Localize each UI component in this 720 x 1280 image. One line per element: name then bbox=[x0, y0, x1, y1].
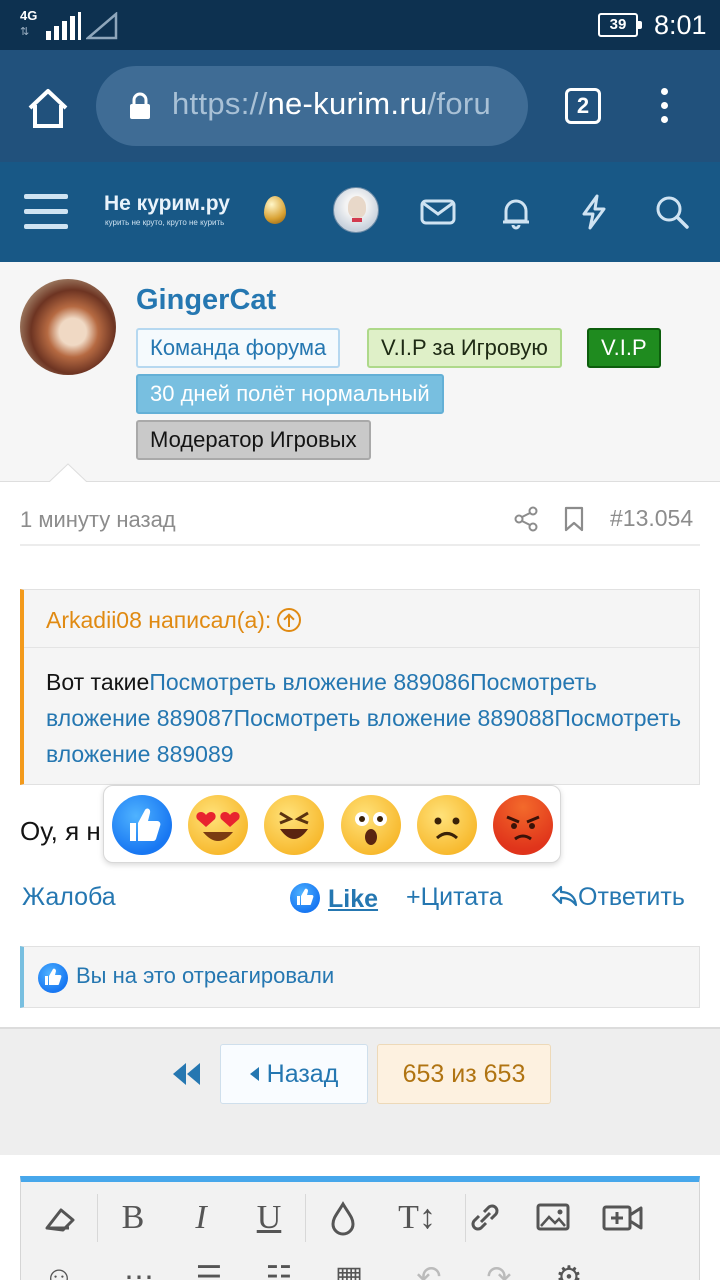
reaction-haha-icon[interactable] bbox=[264, 795, 324, 855]
settings-icon[interactable]: ⚙ bbox=[541, 1258, 597, 1280]
bookmark-icon[interactable] bbox=[562, 506, 586, 532]
reply-icon bbox=[551, 885, 578, 907]
post-body-text: Оу, я н bbox=[20, 816, 101, 846]
attachment-link[interactable]: Посмотреть вложение 889086 bbox=[149, 669, 470, 695]
redo-icon[interactable]: ↷ bbox=[471, 1258, 527, 1280]
editor-toolbar: B I U T↕ ☺ ⋯ ☰ ☷ ▦ ↶ ↷ ⚙ bbox=[20, 1176, 700, 1280]
more-options-icon[interactable]: ⋯ bbox=[111, 1258, 167, 1280]
toolbar-separator bbox=[97, 1194, 98, 1242]
url-text: https://ne-kurim.ru/foru bbox=[172, 86, 492, 121]
plus-icon: + bbox=[406, 883, 421, 911]
jump-to-quote-icon[interactable] bbox=[277, 608, 302, 632]
prev-page-button[interactable]: Назад bbox=[220, 1044, 368, 1104]
clock: 8:01 bbox=[654, 10, 707, 40]
reaction-sad-icon[interactable] bbox=[417, 795, 477, 855]
italic-button[interactable]: I bbox=[173, 1196, 229, 1240]
signal-icon bbox=[46, 12, 82, 40]
eraser-icon[interactable] bbox=[31, 1196, 87, 1240]
report-link[interactable]: Жалоба bbox=[22, 883, 116, 912]
list-icon[interactable]: ☷ bbox=[251, 1258, 307, 1280]
text-size-button[interactable]: T↕ bbox=[383, 1196, 451, 1240]
quote-header: Arkadii08 написал(а): bbox=[24, 590, 699, 648]
home-icon[interactable] bbox=[24, 86, 72, 130]
video-icon[interactable] bbox=[595, 1196, 651, 1240]
attachment-link[interactable]: Посмотреть вложение 889088 bbox=[234, 705, 555, 731]
tabs-count-button[interactable]: 2 bbox=[565, 88, 601, 124]
site-logo[interactable]: Не курим.ру курить не круто, круто не ку… bbox=[104, 192, 294, 232]
bold-button[interactable]: B bbox=[105, 1196, 161, 1240]
toolbar-separator bbox=[305, 1194, 306, 1242]
search-icon[interactable] bbox=[652, 192, 692, 232]
more-menu-icon[interactable] bbox=[652, 86, 676, 126]
badge-moderator: Модератор Игровых bbox=[136, 420, 371, 460]
battery-icon: 39 bbox=[598, 13, 642, 37]
emoji-icon[interactable]: ☺ bbox=[31, 1258, 87, 1280]
quote-block: Arkadii08 написал(а): Вот такиеПосмотрет… bbox=[20, 589, 700, 785]
like-icon bbox=[38, 963, 68, 993]
divider bbox=[20, 544, 700, 546]
post-timestamp[interactable]: 1 минуту назад bbox=[20, 507, 176, 533]
badge-vip-game: V.I.P за Игровую bbox=[367, 328, 562, 368]
quote-content: Вот такиеПосмотреть вложение 889086Посмо… bbox=[46, 669, 682, 767]
reaction-summary[interactable]: Вы на это отреагировали bbox=[20, 946, 700, 1008]
reaction-like-icon[interactable] bbox=[112, 795, 172, 855]
reaction-love-icon[interactable] bbox=[188, 795, 248, 855]
url-bar[interactable]: https://ne-kurim.ru/foru bbox=[96, 66, 528, 146]
status-bar: 4G ⇅ 39 8:01 bbox=[0, 0, 720, 50]
reaction-picker bbox=[103, 785, 561, 863]
underline-button[interactable]: U bbox=[241, 1196, 297, 1240]
badge-team: Команда форума bbox=[136, 328, 341, 368]
author-username[interactable]: GingerCat bbox=[136, 284, 276, 317]
reaction-wow-icon[interactable] bbox=[341, 795, 401, 855]
hamburger-menu-icon[interactable] bbox=[24, 194, 68, 230]
signal-empty-icon bbox=[86, 12, 118, 40]
author-caret bbox=[48, 463, 88, 483]
like-icon bbox=[290, 883, 320, 913]
page-indicator[interactable]: 653 из 653 bbox=[377, 1044, 551, 1104]
egg-icon bbox=[264, 196, 286, 224]
text-color-icon[interactable] bbox=[315, 1196, 371, 1240]
quote-author-link[interactable]: Arkadii08 написал(а): bbox=[46, 607, 302, 634]
post-author-block: GingerCat Команда форума V.I.P за Игрову… bbox=[0, 262, 720, 482]
lock-icon bbox=[130, 92, 150, 119]
badge-vip: V.I.P bbox=[587, 328, 661, 368]
pagination: Назад 653 из 653 bbox=[0, 1027, 720, 1155]
bell-icon[interactable] bbox=[496, 192, 536, 232]
network-type: 4G bbox=[20, 8, 38, 23]
like-button[interactable]: Like bbox=[290, 883, 378, 914]
user-avatar[interactable] bbox=[333, 187, 379, 233]
data-arrows-icon: ⇅ bbox=[20, 26, 29, 38]
image-icon[interactable] bbox=[525, 1196, 581, 1240]
post-number[interactable]: #13.054 bbox=[610, 505, 693, 532]
site-header: Не курим.ру курить не круто, круто не ку… bbox=[0, 162, 720, 262]
reaction-angry-icon[interactable] bbox=[493, 795, 553, 855]
first-page-icon[interactable] bbox=[170, 1061, 202, 1087]
table-icon[interactable]: ▦ bbox=[321, 1258, 377, 1280]
link-icon[interactable] bbox=[457, 1196, 513, 1240]
reaction-summary-text: Вы на это отреагировали bbox=[76, 963, 335, 988]
browser-toolbar: https://ne-kurim.ru/foru 2 bbox=[0, 50, 720, 162]
share-icon[interactable] bbox=[513, 506, 539, 532]
badge-30-days: 30 дней полёт нормальный bbox=[136, 374, 444, 414]
reply-button[interactable]: Ответить bbox=[550, 883, 685, 912]
author-avatar[interactable] bbox=[20, 279, 116, 375]
undo-icon[interactable]: ↶ bbox=[401, 1258, 457, 1280]
mail-icon[interactable] bbox=[418, 192, 458, 232]
quote-button[interactable]: +Цитата bbox=[406, 883, 503, 912]
align-icon[interactable]: ☰ bbox=[181, 1258, 237, 1280]
lightning-icon[interactable] bbox=[574, 192, 614, 232]
